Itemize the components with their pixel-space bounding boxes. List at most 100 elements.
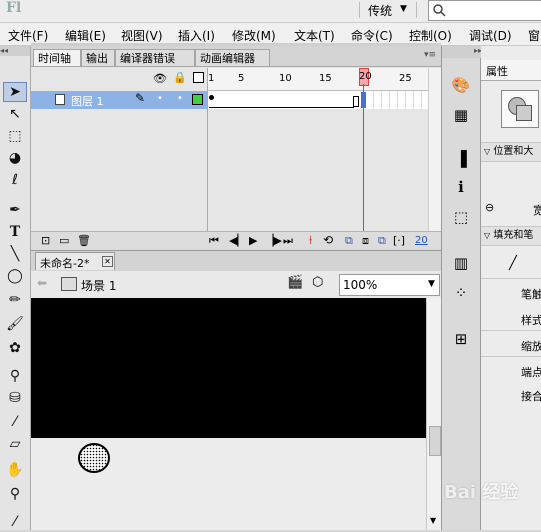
frame-span — [209, 107, 354, 108]
layer-visible-dot[interactable]: • — [157, 93, 163, 104]
tab-motion-editor[interactable]: 动画编辑器 — [195, 49, 270, 66]
onion-markers-icon[interactable]: [·] — [393, 234, 405, 247]
eraser-tool-icon[interactable]: ▱ — [3, 434, 27, 454]
transform-icon[interactable]: ⬚ — [450, 206, 472, 228]
pencil-tool-icon[interactable]: ✏ — [3, 290, 27, 310]
scroll-down-icon[interactable]: ▼ — [430, 516, 436, 525]
section-position-size[interactable]: ▽ 位置和大 — [481, 142, 541, 162]
info-icon[interactable]: ℹ — [450, 176, 472, 198]
next-frame-icon[interactable]: ▕▶ — [265, 234, 282, 247]
playhead-marker[interactable]: 20 — [359, 68, 372, 86]
stage-area[interactable] — [31, 298, 426, 530]
pen-tool-icon[interactable]: ✒ — [3, 200, 27, 220]
stage-scrollbar[interactable]: ▼ — [426, 298, 442, 530]
stroke-color-icon[interactable]: ⁄ — [3, 512, 27, 532]
menu-commands[interactable]: 命令(C) — [351, 27, 393, 44]
menu-control[interactable]: 控制(O) — [409, 27, 452, 44]
current-frame-readout[interactable]: 20 — [415, 235, 428, 246]
selection-tool-icon[interactable]: ➤ — [3, 82, 27, 102]
subselection-tool-icon[interactable]: ↖ — [3, 104, 27, 124]
expand-icon[interactable]: ▸▸ — [442, 46, 482, 58]
lock-icon[interactable]: 🔒 — [173, 71, 187, 84]
lasso-tool-icon[interactable]: ℓ — [3, 170, 27, 190]
edit-scene-icon[interactable]: 🎬 — [287, 275, 303, 290]
onion-outline-icon[interactable]: ⧈ — [362, 234, 369, 248]
ruler-label: 1 — [208, 73, 215, 84]
scene-name[interactable]: 场景 1 — [81, 277, 116, 294]
layer-row[interactable]: 图层 1 ✎ • • — [31, 91, 207, 109]
onion-skin-icon[interactable]: ⧉ — [345, 234, 353, 248]
new-folder-icon[interactable]: ▭ — [59, 234, 69, 247]
section-fill-stroke[interactable]: ▽ 填充和笔 — [481, 226, 541, 246]
link-icon[interactable]: ⊖ — [485, 201, 494, 214]
play-icon[interactable]: ▶ — [249, 234, 257, 247]
timeline-scrollbar[interactable] — [428, 68, 441, 231]
collapse-icon[interactable]: ◂◂ — [0, 46, 30, 56]
tab-output[interactable]: 输出 — [81, 49, 115, 66]
free-transform-tool-icon[interactable]: ⬚ — [3, 126, 27, 146]
swatches-icon[interactable]: ▦ — [450, 104, 472, 126]
divider — [481, 356, 541, 357]
panel-menu-icon[interactable]: ▾≡ — [424, 50, 436, 60]
color-panel-icon[interactable]: 🎨 — [450, 74, 472, 96]
edit-symbols-icon[interactable]: ⬡ — [312, 275, 323, 290]
oval-shape[interactable] — [77, 441, 113, 475]
layer-outline-color[interactable] — [192, 94, 203, 105]
3d-rotation-tool-icon[interactable]: ◕ — [3, 148, 27, 168]
new-layer-icon[interactable]: ⊡ — [41, 234, 50, 247]
tab-document[interactable]: 未命名-2* ✕ — [35, 252, 115, 270]
scroll-thumb[interactable] — [429, 426, 441, 456]
last-frame-icon[interactable]: ⏭ — [283, 234, 293, 248]
menu-window[interactable]: 窗 — [528, 27, 540, 44]
text-tool-icon[interactable]: T — [3, 222, 27, 242]
stage-canvas[interactable] — [31, 298, 426, 438]
tab-properties[interactable]: 属性 — [481, 60, 541, 81]
pencil-icon: ✎ — [135, 91, 146, 105]
menu-modify[interactable]: 修改(M) — [232, 27, 276, 44]
empty-frames[interactable] — [366, 91, 428, 109]
layer-lock-dot[interactable]: • — [177, 93, 183, 104]
delete-layer-icon[interactable]: 🗑 — [77, 234, 91, 247]
oval-tool-icon[interactable]: ◯ — [3, 266, 27, 286]
tab-timeline[interactable]: 时间轴 — [33, 49, 81, 66]
bone-tool-icon[interactable]: ⚲ — [3, 366, 27, 386]
close-icon[interactable]: ✕ — [102, 256, 113, 267]
end-frame[interactable] — [353, 96, 359, 107]
hand-tool-icon[interactable]: ✋ — [3, 460, 27, 480]
menu-debug[interactable]: 调试(D) — [469, 27, 512, 44]
menu-file[interactable]: 文件(F) — [8, 27, 48, 44]
menu-text[interactable]: 文本(T) — [294, 27, 335, 44]
brush-tool-icon[interactable]: 🖌 — [3, 314, 27, 334]
help-search-input[interactable] — [428, 0, 541, 21]
zoom-select[interactable]: 100% ▼ — [339, 274, 440, 296]
layer-name: 图层 1 — [71, 95, 104, 108]
prev-frame-icon[interactable]: ◀▏ — [229, 234, 246, 247]
menu-insert[interactable]: 插入(I) — [178, 27, 215, 44]
eye-icon[interactable]: 👁 — [153, 72, 167, 85]
paint-bucket-tool-icon[interactable]: ⛁ — [3, 388, 27, 408]
edit-multiple-frames-icon[interactable]: ⧉ — [378, 234, 386, 248]
workspace-switcher[interactable]: 传统 ▼ — [359, 2, 417, 18]
zoom-tool-icon[interactable]: ⚲ — [3, 484, 27, 504]
first-frame-icon[interactable]: ⏮ — [209, 234, 219, 248]
frame-ruler[interactable]: 1 5 10 15 25 — [207, 68, 428, 91]
back-arrow-icon[interactable]: ⬅ — [37, 276, 47, 290]
frame-row[interactable] — [208, 91, 428, 109]
loop-icon[interactable]: ⟲ — [323, 233, 333, 247]
center-frame-icon[interactable]: ⍿ — [309, 233, 312, 248]
align-icon[interactable]: ▐ — [450, 148, 472, 170]
components-icon[interactable]: ⊞ — [450, 328, 472, 350]
shape-type-icon — [501, 90, 539, 128]
keyframe[interactable] — [209, 95, 214, 100]
library-icon[interactable]: ▥ — [450, 252, 472, 274]
deco-tool-icon[interactable]: ✿ — [3, 338, 27, 358]
menu-view[interactable]: 视图(V) — [121, 27, 163, 44]
ruler-label: 10 — [279, 73, 292, 84]
line-tool-icon[interactable]: ╲ — [3, 244, 27, 264]
pencil-icon: ╱ — [509, 256, 517, 271]
tab-compiler-errors[interactable]: 编译器错误 — [115, 49, 195, 66]
menu-edit[interactable]: 编辑(E) — [65, 27, 106, 44]
eyedropper-tool-icon[interactable]: ⁄ — [3, 412, 27, 432]
motion-presets-icon[interactable]: ⁘ — [450, 282, 472, 304]
outline-icon[interactable] — [193, 72, 204, 83]
